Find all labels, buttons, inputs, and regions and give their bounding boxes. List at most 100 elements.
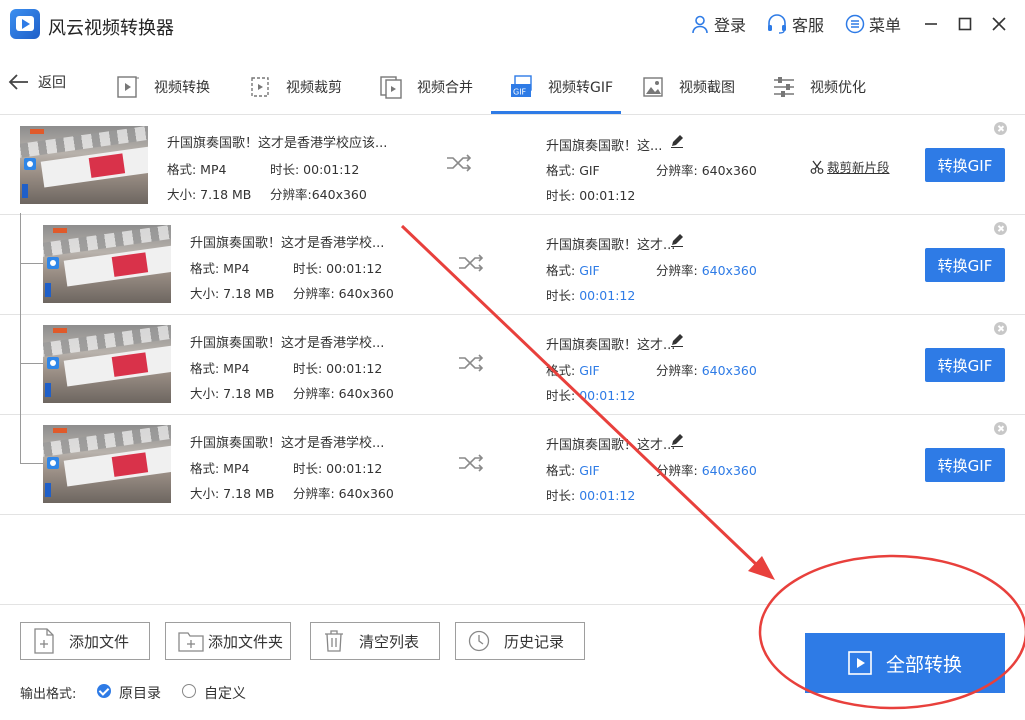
convert-gif-button[interactable]: 转换GIF: [925, 148, 1005, 182]
radio-original-label: 原目录: [119, 686, 161, 702]
user-icon: [692, 15, 708, 34]
list-item[interactable]: 升国旗奏国歌！这才是香港学校... 格式: MP4 时长: 00:01:12 大…: [0, 315, 1025, 415]
shuffle-arrow-icon: [459, 254, 484, 272]
radio-original-dir[interactable]: [97, 684, 111, 698]
tree-branch: [20, 263, 43, 264]
footer-divider: [0, 604, 1025, 605]
trash-icon: [325, 630, 343, 652]
output-format: 格式: GIF: [546, 463, 600, 478]
close-window-button[interactable]: [988, 13, 1010, 35]
minimize-button[interactable]: [920, 13, 942, 35]
video-thumbnail: [20, 126, 148, 204]
source-resolution: 分辨率: 640x360: [293, 286, 394, 301]
convert-gif-button[interactable]: 转换GIF: [925, 448, 1005, 482]
source-format: 格式: MP4: [190, 461, 250, 476]
edit-pencil-icon[interactable]: [670, 134, 684, 148]
output-file-name: 升国旗奏国歌！这才...: [546, 338, 676, 353]
menu-button[interactable]: 菜单: [845, 13, 901, 35]
source-file-name: 升国旗奏国歌！这才是香港学校...: [190, 436, 385, 451]
maximize-icon: [958, 17, 972, 31]
back-button[interactable]: 返回: [8, 72, 66, 92]
tab-video-optimize[interactable]: 视频优化: [772, 66, 866, 108]
source-format: 格式: MP4: [167, 162, 227, 177]
app-logo-icon: [10, 9, 40, 39]
video-to-gif-icon: GIF: [511, 75, 532, 97]
output-resolution: 分辨率: 640x360: [656, 263, 757, 278]
source-duration: 时长: 00:01:12: [293, 461, 383, 476]
output-duration: 时长: 00:01:12: [546, 188, 636, 203]
output-duration: 时长: 00:01:12: [546, 288, 636, 303]
remove-item-icon[interactable]: [994, 222, 1007, 235]
menu-icon: [845, 14, 865, 34]
history-button[interactable]: 历史记录: [455, 622, 585, 660]
source-format: 格式: MP4: [190, 361, 250, 376]
headset-icon: [768, 14, 786, 34]
output-file-name: 升国旗奏国歌！这...: [546, 139, 663, 154]
convert-gif-button[interactable]: 转换GIF: [925, 348, 1005, 382]
source-file-name: 升国旗奏国歌！这才是香港学校...: [190, 336, 385, 351]
clock-icon: [468, 630, 490, 652]
login-label: 登录: [714, 16, 747, 35]
video-screenshot-icon: [643, 77, 663, 97]
tab-video-to-gif[interactable]: GIF 视频转GIF: [510, 66, 613, 108]
edit-pencil-icon[interactable]: [670, 433, 684, 447]
radio-custom-label: 自定义: [204, 686, 246, 702]
add-folder-button[interactable]: 添加文件夹: [165, 622, 291, 660]
minimize-icon: [925, 23, 937, 25]
output-format-label: 输出格式:: [20, 687, 77, 702]
output-resolution: 分辨率: 640x360: [656, 463, 757, 478]
tab-video-convert[interactable]: 视频转换: [116, 66, 210, 108]
source-file-name: 升国旗奏国歌！这才是香港学校...: [190, 236, 385, 251]
output-file-name: 升国旗奏国歌！这才...: [546, 238, 676, 253]
tab-label: 视频截图: [679, 80, 735, 96]
output-resolution: 分辨率: 640x360: [656, 363, 757, 378]
convert-gif-button[interactable]: 转换GIF: [925, 248, 1005, 282]
source-format: 格式: MP4: [190, 261, 250, 276]
list-item[interactable]: 升国旗奏国歌！这才是香港学校... 格式: MP4 时长: 00:01:12 大…: [0, 415, 1025, 515]
login-button[interactable]: 登录: [690, 13, 746, 35]
remove-item-icon[interactable]: [994, 422, 1007, 435]
source-resolution: 分辨率: 640x360: [293, 486, 394, 501]
play-icon: [848, 651, 872, 675]
tab-label: 视频转GIF: [548, 80, 614, 96]
output-format: 格式: GIF: [546, 363, 600, 378]
source-size: 大小: 7.18 MB: [190, 286, 275, 301]
add-file-icon: [34, 628, 54, 654]
edit-pencil-icon[interactable]: [670, 233, 684, 247]
source-duration: 时长: 00:01:12: [293, 361, 383, 376]
tab-video-merge[interactable]: 视频合并: [379, 66, 473, 108]
tree-connector: [20, 213, 21, 463]
app-title: 风云视频转换器: [48, 18, 174, 39]
video-optimize-icon: [774, 77, 794, 97]
source-size: 大小: 7.18 MB: [167, 187, 252, 202]
output-resolution: 分辨率: 640x360: [656, 163, 757, 178]
tree-branch: [20, 463, 43, 464]
remove-item-icon[interactable]: [994, 322, 1007, 335]
list-item[interactable]: 升国旗奏国歌！这才是香港学校应该... 格式: MP4 时长: 00:01:12…: [0, 115, 1025, 215]
trim-new-clip-link[interactable]: 裁剪新片段: [810, 157, 890, 176]
tab-video-screenshot[interactable]: 视频截图: [641, 66, 735, 108]
annotation-arrow-head: [748, 556, 775, 580]
maximize-button[interactable]: [954, 13, 976, 35]
convert-all-button[interactable]: 全部转换: [805, 633, 1005, 693]
source-duration: 时长: 00:01:12: [293, 261, 383, 276]
back-label: 返回: [38, 75, 66, 91]
radio-custom-dir[interactable]: [182, 684, 196, 698]
output-file-name: 升国旗奏国歌！这才...: [546, 438, 676, 453]
video-thumbnail: [43, 325, 171, 403]
add-file-button[interactable]: 添加文件: [20, 622, 150, 660]
service-button[interactable]: 客服: [766, 13, 824, 35]
clear-list-button[interactable]: 清空列表: [310, 622, 440, 660]
source-size: 大小: 7.18 MB: [190, 486, 275, 501]
video-convert-icon: [117, 76, 139, 98]
edit-pencil-icon[interactable]: [670, 333, 684, 347]
service-label: 客服: [792, 16, 825, 35]
svg-text:GIF: GIF: [513, 88, 527, 97]
list-item[interactable]: 升国旗奏国歌！这才是香港学校... 格式: MP4 时长: 00:01:12 大…: [0, 215, 1025, 315]
title-bar: 风云视频转换器 登录 客服 菜单: [0, 0, 1025, 50]
video-thumbnail: [43, 425, 171, 503]
source-resolution: 分辨率: 640x360: [293, 386, 394, 401]
tab-video-crop[interactable]: 视频裁剪: [248, 66, 342, 108]
output-format: 格式: GIF: [546, 163, 600, 178]
remove-item-icon[interactable]: [994, 122, 1007, 135]
